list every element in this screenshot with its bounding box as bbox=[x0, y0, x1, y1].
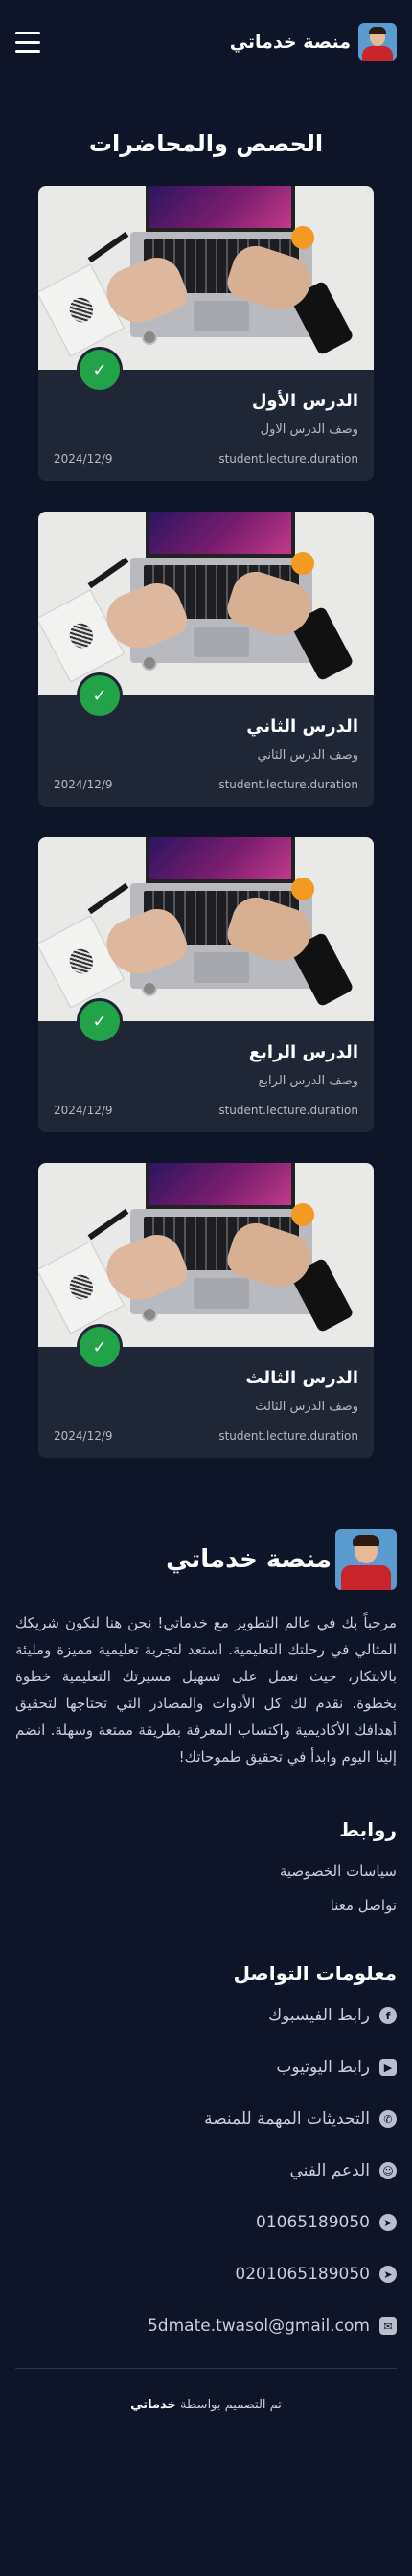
lecture-description: وصف الدرس الاول bbox=[260, 422, 358, 437]
contact-label: رابط الفيسبوك bbox=[268, 2006, 370, 2025]
contact-label: 01065189050 bbox=[256, 2213, 370, 2232]
email-link[interactable]: ✉ 5dmate.twasol@gmail.com bbox=[15, 2316, 397, 2336]
lecture-card[interactable]: ✓ الدرس الأول وصف الدرس الاول student.le… bbox=[38, 186, 374, 481]
lecture-duration: student.lecture.duration bbox=[218, 452, 358, 466]
contact-label: الدعم الفني bbox=[289, 2161, 371, 2180]
hamburger-menu-icon[interactable] bbox=[15, 32, 40, 53]
facebook-link[interactable]: f رابط الفيسبوك bbox=[15, 2006, 397, 2025]
youtube-icon: ▶ bbox=[379, 2059, 397, 2076]
lecture-title: الدرس الثالث bbox=[245, 1368, 358, 1388]
email-icon: ✉ bbox=[379, 2317, 397, 2335]
lecture-date: 2024/12/9 bbox=[54, 1104, 113, 1117]
completed-check-icon: ✓ bbox=[77, 1324, 123, 1370]
section-title: الحصص والمحاضرات bbox=[88, 130, 324, 157]
footer-brand: منصة خدماتي bbox=[15, 1529, 397, 1590]
contact-list: f رابط الفيسبوك ▶ رابط اليوتيوب ✆ التحدي… bbox=[15, 2006, 397, 2336]
links-heading: روابط bbox=[339, 1818, 397, 1841]
lecture-date: 2024/12/9 bbox=[54, 778, 113, 791]
facebook-icon: f bbox=[379, 2007, 397, 2024]
lecture-list: ✓ الدرس الأول وصف الدرس الاول student.le… bbox=[0, 186, 412, 1458]
lecture-thumbnail bbox=[38, 186, 374, 370]
lecture-title: الدرس الأول bbox=[251, 391, 358, 411]
top-header: منصة خدماتي bbox=[0, 0, 412, 84]
lecture-card[interactable]: ✓ الدرس الثالث وصف الدرس الثالث student.… bbox=[38, 1163, 374, 1458]
lecture-card[interactable]: ✓ الدرس الرابع وصف الدرس الرابع student.… bbox=[38, 837, 374, 1132]
contact-label: رابط اليوتيوب bbox=[276, 2058, 370, 2077]
whatsapp-icon: ✆ bbox=[379, 2110, 397, 2128]
lecture-description: وصف الدرس الثالث bbox=[255, 1400, 358, 1414]
lecture-date: 2024/12/9 bbox=[54, 1429, 113, 1443]
footer: منصة خدماتي مرحباً بك في عالم التطوير مع… bbox=[0, 1529, 412, 2451]
completed-check-icon: ✓ bbox=[77, 998, 123, 1044]
lecture-description: وصف الدرس الرابع bbox=[258, 1074, 358, 1088]
lecture-duration: student.lecture.duration bbox=[218, 778, 358, 791]
contact-label: 5dmate.twasol@gmail.com bbox=[147, 2316, 370, 2336]
lecture-duration: student.lecture.duration bbox=[218, 1429, 358, 1443]
contact-us-link[interactable]: تواصل معنا bbox=[15, 1897, 397, 1914]
youtube-link[interactable]: ▶ رابط اليوتيوب bbox=[15, 2058, 397, 2077]
telegram-icon: ➤ bbox=[379, 2214, 397, 2231]
support-icon: ☺ bbox=[379, 2162, 397, 2179]
contact-label: 0201065189050 bbox=[235, 2265, 370, 2284]
lecture-thumbnail bbox=[38, 512, 374, 695]
copyright: تم التصميم بواسطة خدماتي bbox=[15, 2369, 397, 2451]
telegram-link-2[interactable]: ➤ 0201065189050 bbox=[15, 2265, 397, 2284]
lecture-title: الدرس الثاني bbox=[246, 717, 358, 737]
copyright-prefix: تم التصميم بواسطة bbox=[180, 2398, 282, 2412]
about-text: مرحباً بك في عالم التطوير مع خدماتي! نحن… bbox=[15, 1614, 397, 1766]
completed-check-icon: ✓ bbox=[77, 347, 123, 393]
completed-check-icon: ✓ bbox=[77, 672, 123, 718]
contact-heading: معلومات التواصل bbox=[233, 1962, 397, 1985]
lecture-description: وصف الدرس الثاني bbox=[257, 748, 359, 763]
brand-title: منصة خدماتي bbox=[229, 32, 351, 53]
brand-avatar bbox=[358, 23, 397, 61]
whatsapp-link[interactable]: ✆ التحديثات المهمة للمنصة bbox=[15, 2109, 397, 2129]
telegram-icon: ➤ bbox=[379, 2266, 397, 2283]
lecture-thumbnail bbox=[38, 1163, 374, 1347]
copyright-name[interactable]: خدماتي bbox=[130, 2398, 176, 2412]
contact-label: التحديثات المهمة للمنصة bbox=[204, 2109, 370, 2129]
footer-avatar bbox=[335, 1529, 397, 1590]
lecture-thumbnail bbox=[38, 837, 374, 1021]
privacy-policy-link[interactable]: سياسات الخصوصية bbox=[15, 1862, 397, 1880]
lecture-card[interactable]: ✓ الدرس الثاني وصف الدرس الثاني student.… bbox=[38, 512, 374, 807]
lecture-duration: student.lecture.duration bbox=[218, 1104, 358, 1117]
footer-links: سياسات الخصوصية تواصل معنا bbox=[15, 1862, 397, 1914]
telegram-link-1[interactable]: ➤ 01065189050 bbox=[15, 2213, 397, 2232]
lecture-title: الدرس الرابع bbox=[248, 1042, 358, 1062]
brand[interactable]: منصة خدماتي bbox=[230, 23, 397, 61]
lecture-date: 2024/12/9 bbox=[54, 452, 113, 466]
support-link[interactable]: ☺ الدعم الفني bbox=[15, 2161, 397, 2180]
footer-title: منصة خدماتي bbox=[166, 1545, 332, 1574]
